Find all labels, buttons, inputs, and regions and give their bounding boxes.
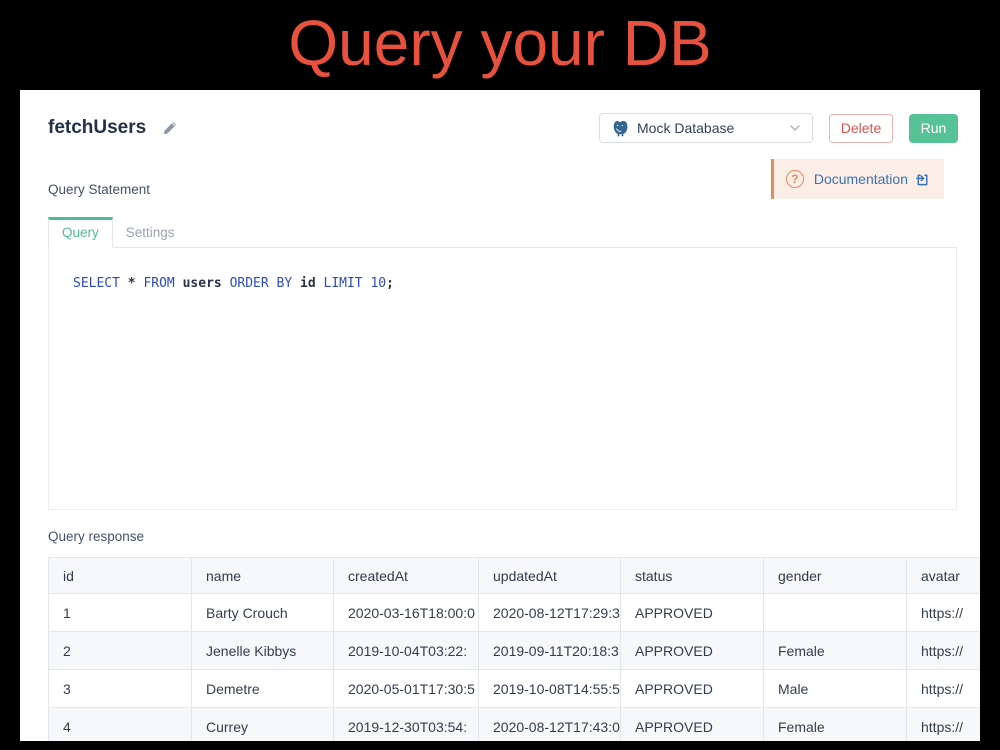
response-table: idnamecreatedAtupdatedAtstatusgenderavat…: [48, 557, 980, 741]
database-select[interactable]: Mock Database: [599, 113, 813, 143]
column-header-createdAt: createdAt: [334, 558, 479, 594]
documentation-link[interactable]: Documentation: [814, 171, 908, 187]
chevron-down-icon: [788, 121, 802, 135]
tab-query[interactable]: Query: [48, 217, 113, 248]
table-cell: 2019-12-30T03:54:: [334, 708, 479, 742]
table-cell: Male: [764, 670, 907, 708]
table-cell: Jenelle Kibbys: [192, 632, 334, 670]
table-cell: 2020-08-12T17:43:0: [479, 708, 621, 742]
table-cell: APPROVED: [621, 708, 764, 742]
question-circle-icon: ?: [786, 170, 804, 188]
table-cell: Currey: [192, 708, 334, 742]
header-controls: Mock Database Delete Run: [599, 113, 958, 143]
table-cell: 1: [49, 594, 192, 632]
table-row: 1Barty Crouch2020-03-16T18:00:02020-08-1…: [49, 594, 981, 632]
external-link-icon: [915, 172, 930, 187]
sql-token: SELECT: [73, 276, 120, 291]
table-cell: 2: [49, 632, 192, 670]
tab-settings[interactable]: Settings: [113, 218, 188, 247]
response-table-wrap: idnamecreatedAtupdatedAtstatusgenderavat…: [48, 557, 980, 741]
query-response-label: Query response: [48, 529, 952, 544]
table-row: 4Currey2019-12-30T03:54:2020-08-12T17:43…: [49, 708, 981, 742]
sql-token: id: [300, 276, 323, 291]
sql-token: ;: [386, 276, 394, 291]
column-header-status: status: [621, 558, 764, 594]
table-cell: 2020-08-12T17:29:3: [479, 594, 621, 632]
postgresql-icon: [610, 119, 629, 138]
sql-token: [120, 276, 128, 291]
table-cell: https://: [907, 594, 981, 632]
table-row: 2Jenelle Kibbys2019-10-04T03:22:2019-09-…: [49, 632, 981, 670]
column-header-updatedAt: updatedAt: [479, 558, 621, 594]
query-name: fetchUsers: [48, 117, 146, 139]
documentation-banner[interactable]: ? Documentation: [771, 159, 944, 199]
query-panel: fetchUsers Mock Database: [20, 90, 980, 741]
sql-token: [292, 276, 300, 291]
table-cell: Female: [764, 708, 907, 742]
sql-editor[interactable]: SELECT * FROM users ORDER BY id LIMIT 10…: [48, 248, 957, 510]
table-cell: 2020-03-16T18:00:0: [334, 594, 479, 632]
sql-token: FROM: [143, 276, 174, 291]
table-cell: Barty Crouch: [192, 594, 334, 632]
table-cell: 2019-09-11T20:18:3: [479, 632, 621, 670]
sql-token: LIMIT 10: [324, 276, 387, 291]
table-cell: 3: [49, 670, 192, 708]
database-select-value: Mock Database: [637, 120, 734, 136]
table-cell: 4: [49, 708, 192, 742]
table-cell: APPROVED: [621, 632, 764, 670]
table-cell: APPROVED: [621, 594, 764, 632]
column-header-avatar: avatar: [907, 558, 981, 594]
sql-token: ORDER BY: [230, 276, 293, 291]
table-cell: [764, 594, 907, 632]
statement-tabs: Query Settings: [48, 217, 957, 248]
table-cell: 2019-10-04T03:22:: [334, 632, 479, 670]
table-cell: APPROVED: [621, 670, 764, 708]
column-header-id: id: [49, 558, 192, 594]
query-statement-label: Query Statement: [48, 182, 150, 199]
table-header-row: idnamecreatedAtupdatedAtstatusgenderavat…: [49, 558, 981, 594]
statement-doc-row: Query Statement ? Documentation: [20, 159, 980, 199]
table-cell: https://: [907, 708, 981, 742]
sql-token: *: [128, 276, 144, 291]
table-cell: https://: [907, 632, 981, 670]
table-cell: https://: [907, 670, 981, 708]
run-button[interactable]: Run: [909, 114, 958, 143]
column-header-gender: gender: [764, 558, 907, 594]
pencil-icon[interactable]: [162, 120, 178, 136]
delete-button[interactable]: Delete: [829, 114, 893, 143]
table-body: 1Barty Crouch2020-03-16T18:00:02020-08-1…: [49, 594, 981, 742]
table-cell: Demetre: [192, 670, 334, 708]
table-cell: 2019-10-08T14:55:5: [479, 670, 621, 708]
sql-token: [175, 276, 183, 291]
panel-header: fetchUsers Mock Database: [20, 90, 980, 143]
page-title: Query your DB: [0, 6, 1000, 80]
sql-token: users: [183, 276, 230, 291]
table-row: 3Demetre2020-05-01T17:30:52019-10-08T14:…: [49, 670, 981, 708]
table-cell: 2020-05-01T17:30:5: [334, 670, 479, 708]
table-cell: Female: [764, 632, 907, 670]
column-header-name: name: [192, 558, 334, 594]
sql-code-line: SELECT * FROM users ORDER BY id LIMIT 10…: [73, 276, 956, 291]
